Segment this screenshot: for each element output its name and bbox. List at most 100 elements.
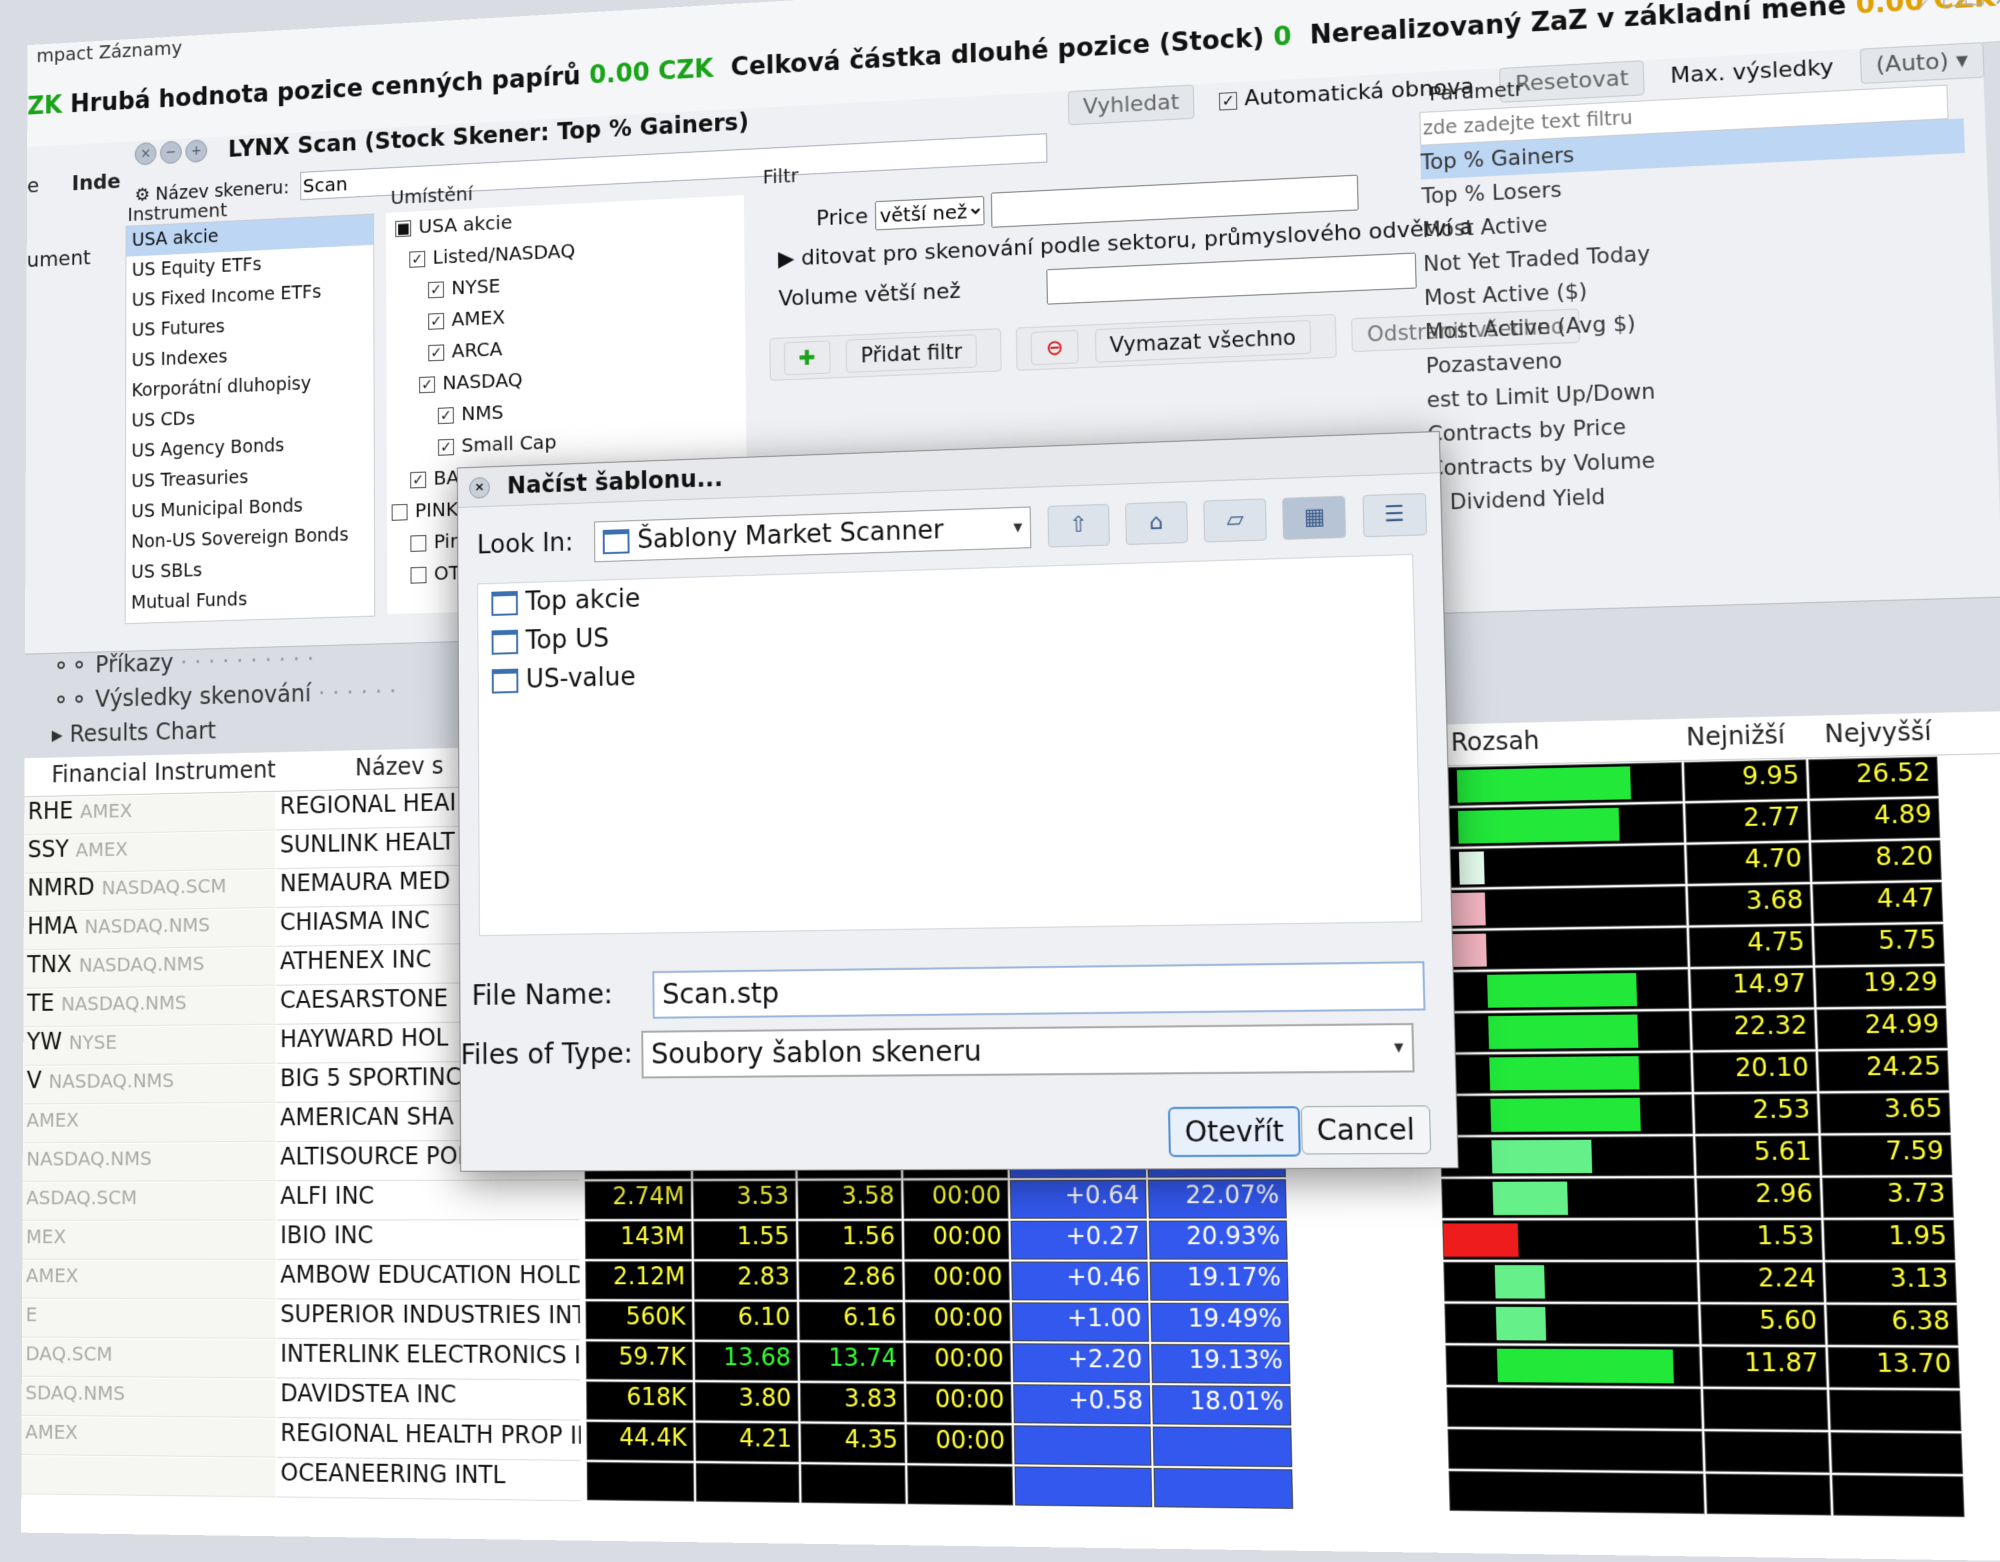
symbol-cell[interactable]: NASDAQ.NMS xyxy=(23,1143,276,1182)
cell-vol xyxy=(587,1462,694,1502)
filter-buttons: ✚ Přidat filtr ⊖ Vymazat všechno Odstran… xyxy=(769,311,1415,381)
pin-icon[interactable]: ⟋ xyxy=(1917,0,1934,16)
cell-low: 14.97 xyxy=(1690,968,1814,1009)
cell-high: 8.20 xyxy=(1811,840,1942,882)
checkbox-icon[interactable]: ✓ xyxy=(428,281,444,298)
file-label: Top akcie xyxy=(525,584,640,617)
cell-time xyxy=(907,1465,1013,1505)
cancel-button[interactable]: Cancel xyxy=(1301,1105,1431,1154)
checkbox-icon[interactable]: ✓ xyxy=(428,313,444,330)
parameter-list[interactable]: Top % GainersTop % LosersMost ActiveNot … xyxy=(1420,118,1978,520)
checkbox-icon[interactable]: ✓ xyxy=(428,344,444,361)
symbol-cell[interactable]: TE NASDAQ.NMS xyxy=(23,987,275,1028)
checkbox-icon[interactable] xyxy=(411,567,427,584)
window-controls[interactable]: ⟋ ▭▭ ✕ xyxy=(1917,0,2000,16)
cell-time: 00:00 xyxy=(904,1261,1009,1300)
checkbox-icon[interactable]: ✓ xyxy=(410,472,426,489)
volume-value-input[interactable] xyxy=(1046,253,1416,305)
checkbox-icon[interactable]: ✓ xyxy=(409,251,425,268)
table-row[interactable]: ASDAQ.SCMALFI INC2.74M3.533.5800:00+0.64… xyxy=(22,1177,2000,1222)
symbol-cell[interactable]: DAQ.SCM xyxy=(22,1339,276,1379)
list-view-icon[interactable]: ▦ xyxy=(1282,496,1346,540)
add-filter-button[interactable]: ✚ Přidat filtr xyxy=(769,328,1001,381)
cell-low xyxy=(1704,1431,1829,1473)
checkbox-icon[interactable]: ■ xyxy=(395,220,411,237)
col-high[interactable]: Nejvyšší xyxy=(1824,717,1932,749)
symbol-cell[interactable]: AMEX xyxy=(22,1261,275,1300)
home-icon[interactable]: ⌂ xyxy=(1125,501,1188,545)
col-low[interactable]: Nejnižší xyxy=(1686,721,1786,752)
file-type-select[interactable]: Soubory šablon skeneru▾ xyxy=(641,1023,1414,1079)
results-chart-section[interactable]: ▸ Results Chart xyxy=(52,713,397,756)
symbol-cell[interactable]: YW NYSE xyxy=(23,1026,275,1066)
checkbox-icon[interactable]: ✓ xyxy=(438,439,454,456)
range-bar xyxy=(1431,762,1683,806)
max-results-label: Max. výsledky xyxy=(1670,55,1834,89)
symbol-cell[interactable]: V NASDAQ.NMS xyxy=(23,1065,275,1105)
price-operator-select[interactable]: větší než xyxy=(875,196,985,230)
details-view-icon[interactable]: ☰ xyxy=(1362,493,1427,537)
close-icon[interactable]: × xyxy=(469,477,490,499)
max-results-select[interactable]: (Auto) ▾ xyxy=(1859,42,1984,84)
cell-chg: +2.20 xyxy=(1013,1343,1150,1383)
cell-pct: 19.17% xyxy=(1150,1262,1289,1301)
open-button[interactable]: Otevřít xyxy=(1168,1106,1301,1157)
col-range[interactable]: Rozsah xyxy=(1451,726,1540,757)
checkbox-icon[interactable] xyxy=(410,535,426,552)
symbol-cell[interactable]: SDAQ.NMS xyxy=(22,1378,276,1418)
checkbox-icon[interactable] xyxy=(392,504,408,521)
col-instrument[interactable]: Financial Instrument xyxy=(52,756,276,788)
range-fill xyxy=(1488,1014,1639,1049)
window-buttons[interactable]: ×−+ xyxy=(135,140,216,162)
checkbox-icon[interactable]: ✓ xyxy=(438,407,454,424)
up-folder-icon[interactable]: ⇧ xyxy=(1047,504,1109,548)
left-tab-2[interactable]: Inde xyxy=(72,170,121,196)
symbol-cell[interactable]: MEX xyxy=(22,1222,275,1260)
symbol-cell[interactable]: RHE AMEX xyxy=(24,793,275,836)
symbol-cell[interactable]: HMA NASDAQ.NMS xyxy=(24,909,276,950)
filter-label: Filtr xyxy=(763,163,799,188)
cell-high xyxy=(1829,1390,1961,1432)
minimize-window-icon[interactable]: − xyxy=(160,141,182,165)
chevron-down-icon: ▾ xyxy=(1956,48,1969,74)
volume-label: Volume větší než xyxy=(778,279,960,311)
table-row[interactable]: AMEXAMBOW EDUCATION HOLDING-...2.12M2.83… xyxy=(22,1261,2000,1306)
close-window-icon[interactable]: × xyxy=(135,142,157,166)
search-button[interactable]: Vyhledat xyxy=(1068,84,1195,125)
new-folder-icon[interactable]: ▱ xyxy=(1203,498,1266,542)
symbol-cell[interactable]: AMEX xyxy=(23,1104,276,1143)
maximize-window-icon[interactable]: + xyxy=(185,139,207,163)
clear-all-button[interactable]: ⊖ Vymazat všechno xyxy=(1016,314,1337,371)
dialog-title: Načíst šablonu... xyxy=(507,464,723,499)
symbol-cell[interactable]: AMEX xyxy=(21,1417,275,1458)
company-name-cell: REGIONAL HEALTH PROP INC xyxy=(277,1419,581,1461)
cell-low: 20.10 xyxy=(1693,1051,1817,1092)
checkbox-icon[interactable]: ✓ xyxy=(419,376,435,393)
app-scene: mpact Záznamy ZK Hrubá hodnota pozice ce… xyxy=(21,0,2000,1562)
exchange: NASDAQ.NMS xyxy=(61,991,186,1016)
symbol: YW xyxy=(27,1028,62,1055)
cell-low: 22.32 xyxy=(1691,1009,1815,1050)
cell-high: 26.52 xyxy=(1808,757,1938,799)
look-in-select[interactable]: Šablony Market Scanner ▾ xyxy=(594,506,1031,562)
symbol: HMA xyxy=(27,912,77,940)
symbol-cell[interactable]: SSY AMEX xyxy=(24,831,275,873)
symbol-cell[interactable]: ASDAQ.SCM xyxy=(22,1182,275,1221)
col-name[interactable]: Název s xyxy=(355,752,444,781)
gross-value: 0.00 CZK xyxy=(589,55,714,91)
close-icon[interactable]: ✕ xyxy=(1993,0,2000,12)
range-bar xyxy=(1449,1471,1705,1514)
symbol-cell[interactable]: E xyxy=(22,1300,276,1339)
restore-icon[interactable]: ▭▭ xyxy=(1941,0,1986,15)
folder-icon xyxy=(491,591,518,616)
symbol-cell[interactable]: TNX NASDAQ.NMS xyxy=(23,948,275,989)
file-name-input[interactable]: Scan.stp xyxy=(652,961,1425,1019)
symbol-cell[interactable]: NMRD NASDAQ.SCM xyxy=(24,870,275,912)
price-value-input[interactable] xyxy=(991,175,1359,228)
left-tab-1[interactable]: e xyxy=(27,174,39,198)
cell-high: 19.29 xyxy=(1815,966,1946,1007)
instrument-list[interactable]: USA akcieUS Equity ETFsUS Fixed Income E… xyxy=(125,214,376,625)
range-bar xyxy=(1432,803,1684,847)
table-row[interactable]: MEXIBIO INC143M1.551.5600:00+0.2720.93%1… xyxy=(22,1220,2000,1263)
symbol-cell[interactable] xyxy=(21,1456,276,1497)
